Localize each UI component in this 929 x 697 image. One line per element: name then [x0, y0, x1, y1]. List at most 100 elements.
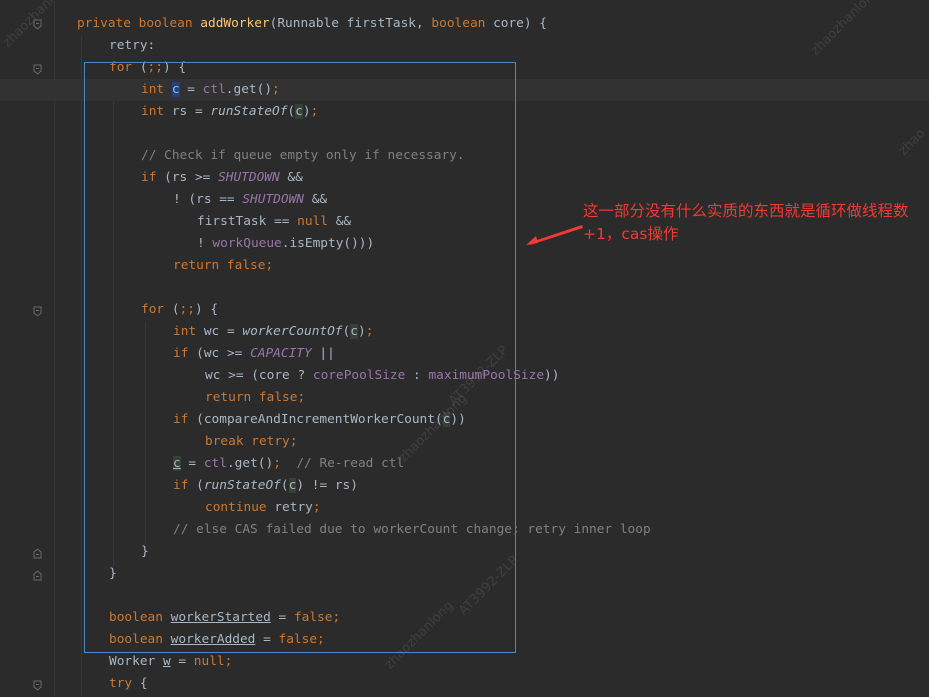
- code-line[interactable]: return false;: [0, 387, 929, 409]
- code-editor[interactable]: private boolean addWorker(Runnable first…: [0, 0, 929, 697]
- token: ;: [365, 324, 374, 339]
- code-line[interactable]: continue retry;: [0, 497, 929, 519]
- token: workerAdded: [170, 632, 256, 647]
- token: .isEmpty())): [281, 236, 375, 251]
- token: w: [162, 654, 171, 669]
- token: !: [197, 236, 213, 251]
- token: workerCountOf: [242, 324, 343, 339]
- token: c: [295, 104, 303, 119]
- token: workQueue: [212, 236, 282, 251]
- token: CAPACITY: [250, 346, 312, 361]
- token: (: [171, 302, 180, 317]
- token: ) {: [194, 302, 219, 317]
- code-line[interactable]: if (compareAndIncrementWorkerCount(c)): [0, 409, 929, 431]
- token: wc >= (core ?: [205, 368, 313, 383]
- token: &&: [279, 170, 303, 185]
- token: runStateOf: [210, 104, 288, 119]
- token: c: [171, 82, 180, 97]
- token: return false: [173, 258, 266, 273]
- token: ||: [311, 346, 335, 361]
- token: ;: [272, 82, 280, 97]
- token: boolean: [138, 16, 201, 31]
- token: SHUTDOWN: [218, 170, 280, 185]
- token: null: [297, 214, 328, 229]
- code-line[interactable]: if (runStateOf(c) != rs): [0, 475, 929, 497]
- code-line[interactable]: return false;: [0, 255, 929, 277]
- token: =: [180, 456, 204, 471]
- token: (: [139, 60, 148, 75]
- token: null: [193, 654, 225, 669]
- token: =: [179, 82, 203, 97]
- token: addWorker: [200, 16, 270, 31]
- token: // Check if queue empty only if necessar…: [141, 148, 465, 163]
- code-line[interactable]: retry:: [0, 35, 929, 57]
- code-line[interactable]: private boolean addWorker(Runnable first…: [0, 13, 929, 35]
- token: rs =: [171, 104, 211, 119]
- token: (rs >=: [164, 170, 219, 185]
- token: core) {: [493, 16, 547, 31]
- token: &&: [328, 214, 352, 229]
- token: ) {: [162, 60, 187, 75]
- code-line[interactable]: if (wc >= CAPACITY ||: [0, 343, 929, 365]
- token: // Re-read ctl: [296, 456, 405, 471]
- token: firstTask ==: [197, 214, 298, 229]
- token: retry:: [109, 38, 156, 53]
- token: wc =: [203, 324, 243, 339]
- token: boolean: [109, 610, 171, 625]
- token: ;: [289, 434, 298, 449]
- token: (compareAndIncrementWorkerCount(: [196, 412, 443, 427]
- token: boolean: [109, 632, 171, 647]
- code-line[interactable]: c = ctl.get(); // Re-read ctl: [0, 453, 929, 475]
- token: ctl: [203, 456, 227, 471]
- token: // else CAS failed due to workerCount ch…: [173, 522, 651, 537]
- code-line[interactable]: }: [0, 563, 929, 585]
- code-line-current[interactable]: int c = ctl.get();: [0, 79, 929, 101]
- token: corePoolSize: [312, 368, 406, 383]
- token: c: [350, 324, 358, 339]
- token: ;: [317, 632, 325, 647]
- token: ) != rs): [296, 478, 358, 493]
- code-line[interactable]: for (;;) {: [0, 57, 929, 79]
- token: }: [109, 566, 117, 581]
- token: if: [173, 412, 197, 427]
- token: for: [109, 60, 140, 75]
- token: (: [287, 104, 296, 119]
- token: maximumPoolSize: [428, 368, 545, 383]
- token: boolean: [431, 16, 494, 31]
- code-line[interactable]: }: [0, 541, 929, 563]
- code-line[interactable]: for (;;) {: [0, 299, 929, 321]
- token: break: [205, 434, 252, 449]
- code-line[interactable]: Worker w = null;: [0, 651, 929, 673]
- token: retry: [274, 500, 313, 515]
- token: ;;: [179, 302, 195, 317]
- token: if: [173, 478, 197, 493]
- annotation-arrow-icon: [526, 225, 583, 245]
- code-line[interactable]: break retry;: [0, 431, 929, 453]
- token: int: [173, 324, 204, 339]
- token: )): [450, 412, 466, 427]
- code-line[interactable]: int wc = workerCountOf(c);: [0, 321, 929, 343]
- token: ;: [332, 610, 341, 625]
- code-lines[interactable]: private boolean addWorker(Runnable first…: [0, 0, 929, 697]
- token: =: [270, 610, 294, 625]
- code-line[interactable]: if (rs >= SHUTDOWN &&: [0, 167, 929, 189]
- token: if: [173, 346, 197, 361]
- code-line[interactable]: boolean workerAdded = false;: [0, 629, 929, 651]
- code-line[interactable]: wc >= (core ? corePoolSize : maximumPool…: [0, 365, 929, 387]
- code-line[interactable]: boolean workerStarted = false;: [0, 607, 929, 629]
- token: (wc >=: [196, 346, 251, 361]
- token: Worker: [109, 654, 163, 669]
- token: ;: [273, 456, 297, 471]
- token: (: [280, 478, 289, 493]
- token: =: [170, 654, 194, 669]
- token: c: [173, 456, 181, 471]
- code-line[interactable]: try {: [0, 673, 929, 695]
- code-line[interactable]: // Check if queue empty only if necessar…: [0, 145, 929, 167]
- token: =: [255, 632, 279, 647]
- token: ;: [265, 258, 274, 273]
- token: ;;: [147, 60, 163, 75]
- code-line[interactable]: // else CAS failed due to workerCount ch…: [0, 519, 929, 541]
- code-line[interactable]: int rs = runStateOf(c);: [0, 101, 929, 123]
- token: (Runnable firstTask,: [269, 16, 432, 31]
- token: }: [141, 544, 149, 559]
